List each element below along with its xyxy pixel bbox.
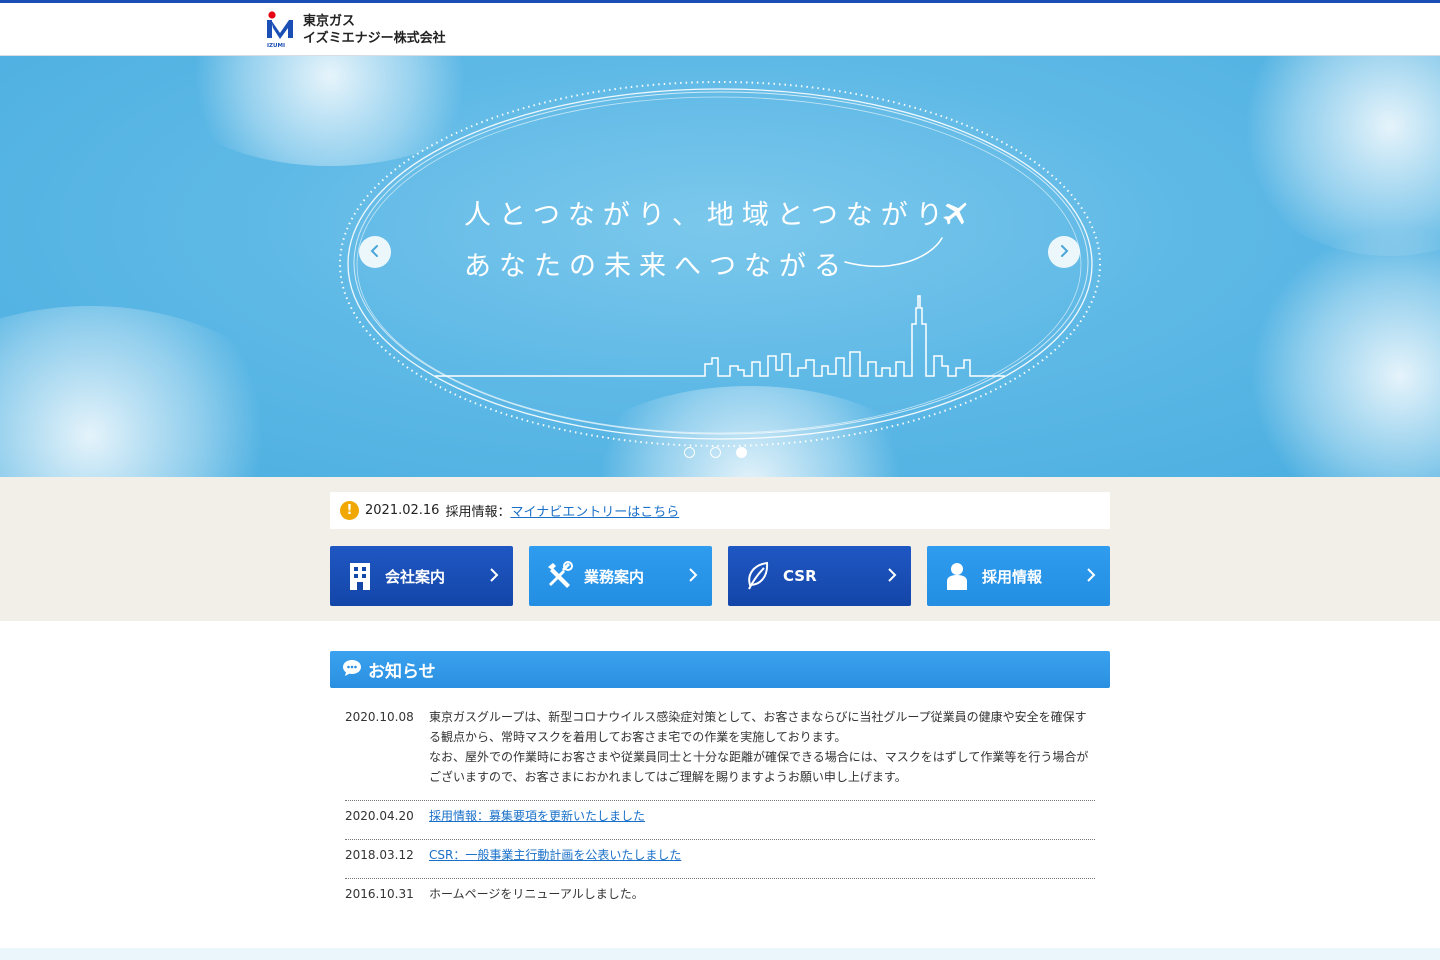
news-text: ホームページをリニューアルしました。 [429,887,644,901]
person-icon [940,559,974,593]
exclamation-icon: ! [340,501,359,520]
news-date: 2020.10.08 [345,710,414,724]
footer-band [0,948,1440,960]
hero-headline-line1: 人とつながり、地域とつながり [464,200,951,231]
chevron-right-icon [489,567,499,587]
nav-recruit-button[interactable]: 採用情報 [927,546,1110,606]
news-body: 採用情報：募集要項を更新いたしました [429,806,1095,826]
news-title: お知らせ [368,662,436,682]
nav-services-button[interactable]: 業務案内 [529,546,712,606]
news-date: 2018.03.12 [345,848,414,862]
chevron-right-icon [1086,567,1096,587]
cloud-decoration [1250,226,1440,477]
news-header: お知らせ [330,651,1110,688]
city-skyline-illustration [435,295,1005,377]
chevron-right-icon [887,567,897,587]
slider-dot-1[interactable] [684,447,695,458]
nav-company-label: 会社案内 [385,567,446,586]
chevron-left-icon [369,243,381,262]
alert-banner: ! 2021.02.16 採用情報： マイナビエントリーはこちら [330,492,1110,529]
hero-headline-line2: あなたの未来へつながる [464,251,849,282]
main-nav: 会社案内 業務案内 CSR 採用情報 [330,546,1110,606]
nav-services-label: 業務案内 [584,567,645,586]
slider-prev-button[interactable] [359,236,391,268]
company-name-line2: イズミエナジー株式会社 [303,31,446,46]
speech-bubble-icon [342,659,362,681]
slider-next-button[interactable] [1048,236,1080,268]
tools-icon [542,559,576,593]
nav-recruit-label: 採用情報 [982,567,1043,586]
chevron-right-icon [1058,243,1070,262]
hero-slider: 人とつながり、地域とつながり あなたの未来へつながる [0,56,1440,477]
company-name: 東京ガス イズミエナジー株式会社 [303,13,446,47]
logo-caption: IZUMI [267,43,285,49]
alert-date: 2021.02.16 [365,503,440,518]
news-item: 2018.03.12 CSR：一般事業主行動計画を公表いたしました [345,840,1095,879]
news-item: 2020.10.08 東京ガスグループは、新型コロナウイルス感染症対策として、お… [345,702,1095,801]
slider-dot-3[interactable] [736,447,747,458]
mynavi-entry-link[interactable]: マイナビエントリーはこちら [510,501,679,520]
news-body: 東京ガスグループは、新型コロナウイルス感染症対策として、お客さまならびに当社グル… [429,707,1095,787]
news-item: 2016.10.31 ホームページをリニューアルしました。 [345,879,1095,917]
site-header: IZUMI 東京ガス イズミエナジー株式会社 [0,3,1440,56]
building-icon [343,559,377,593]
company-logo-link[interactable]: IZUMI 東京ガス イズミエナジー株式会社 [265,10,475,50]
leaf-icon [741,559,775,593]
news-text: なお、屋外での作業時にお客さまや従業員同士と十分な距離が確保できる場合には、マス… [429,750,1089,784]
news-link-recruit-update[interactable]: 採用情報：募集要項を更新いたしました [429,809,645,823]
slider-dot-2[interactable] [710,447,721,458]
izumi-logo-icon: IZUMI [265,11,295,49]
cloud-decoration [0,306,300,477]
news-date: 2016.10.31 [345,887,414,901]
nav-company-button[interactable]: 会社案内 [330,546,513,606]
nav-csr-button[interactable]: CSR [728,546,911,606]
news-body: ホームページをリニューアルしました。 [429,884,1095,904]
news-list: 2020.10.08 東京ガスグループは、新型コロナウイルス感染症対策として、お… [345,702,1095,917]
news-date: 2020.04.20 [345,809,414,823]
company-name-line1: 東京ガス [303,14,356,29]
nav-csr-label: CSR [783,567,817,585]
chevron-right-icon [688,567,698,587]
quick-links-band: ! 2021.02.16 採用情報： マイナビエントリーはこちら 会社案内 業務… [0,477,1440,621]
slider-pagination [684,447,747,458]
alert-label: 採用情報： [445,505,511,520]
news-body: CSR：一般事業主行動計画を公表いたしました [429,845,1095,865]
news-item: 2020.04.20 採用情報：募集要項を更新いたしました [345,801,1095,840]
news-text: 東京ガスグループは、新型コロナウイルス感染症対策として、お客さまならびに当社グル… [429,710,1087,744]
news-link-csr-plan[interactable]: CSR：一般事業主行動計画を公表いたしました [429,848,681,862]
